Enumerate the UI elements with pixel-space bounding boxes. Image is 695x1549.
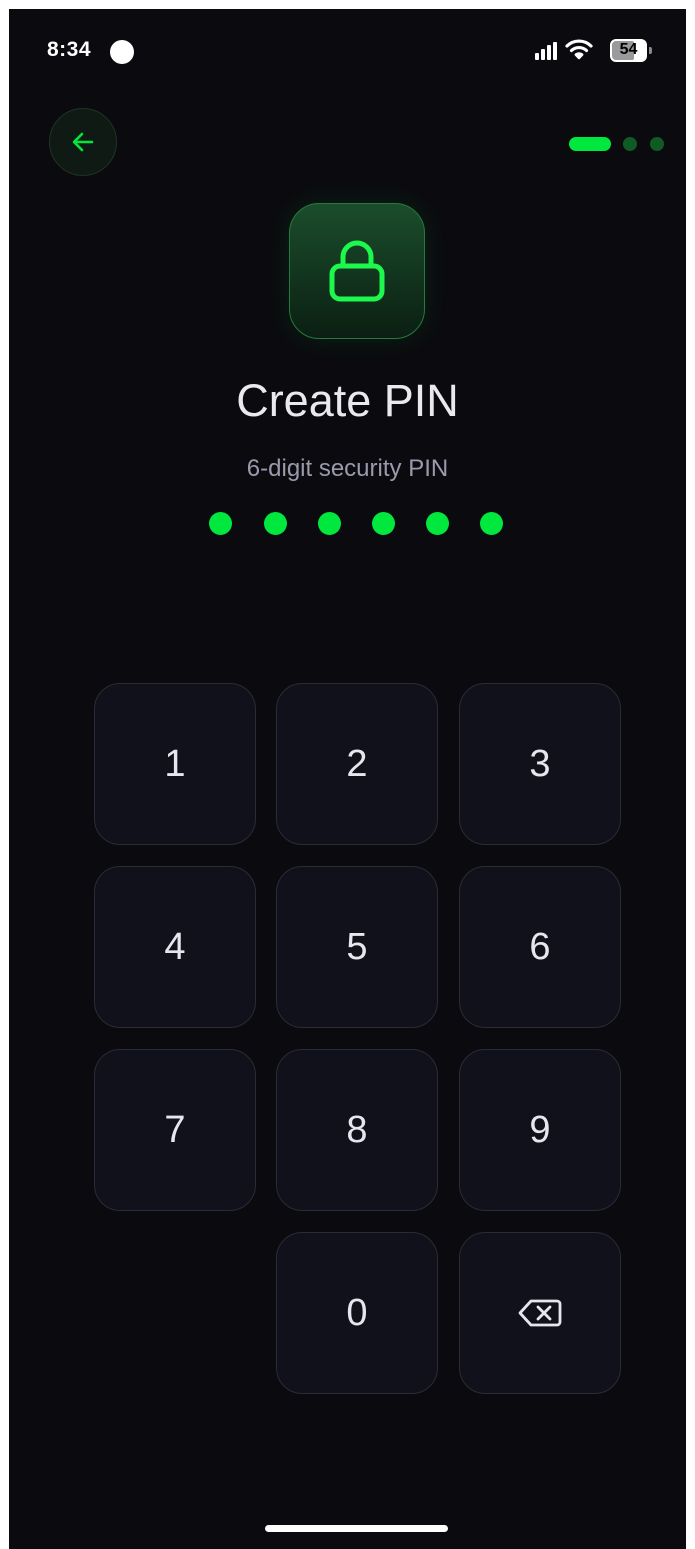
keypad-key-5[interactable]: 5 <box>276 866 438 1028</box>
recording-indicator-icon <box>110 40 134 64</box>
battery-indicator: 54 <box>610 39 652 62</box>
keypad-key-0[interactable]: 0 <box>276 1232 438 1394</box>
delete-button[interactable] <box>459 1232 621 1394</box>
pin-dot-filled <box>318 512 341 535</box>
step-indicator-dot <box>650 137 664 151</box>
pin-dot-filled <box>372 512 395 535</box>
step-indicator-active <box>569 137 611 151</box>
keypad-key-3[interactable]: 3 <box>459 683 621 845</box>
keypad-key-4[interactable]: 4 <box>94 866 256 1028</box>
back-button[interactable] <box>49 108 117 176</box>
keypad-key-9[interactable]: 9 <box>459 1049 621 1211</box>
battery-level: 54 <box>619 41 638 58</box>
pin-dot-filled <box>480 512 503 535</box>
step-indicator-dot <box>623 137 637 151</box>
pin-dot-filled <box>426 512 449 535</box>
keypad-key-1[interactable]: 1 <box>94 683 256 845</box>
keypad-key-6[interactable]: 6 <box>459 866 621 1028</box>
wifi-icon <box>565 39 593 60</box>
cellular-signal-icon <box>535 42 559 60</box>
keypad-key-8[interactable]: 8 <box>276 1049 438 1211</box>
status-time: 8:34 <box>47 38 92 61</box>
pin-indicator <box>209 512 509 536</box>
arrow-left-icon <box>72 132 94 152</box>
lock-icon <box>329 240 385 302</box>
keypad-key-7[interactable]: 7 <box>94 1049 256 1211</box>
keypad-key-2[interactable]: 2 <box>276 683 438 845</box>
page-subtitle: 6-digit security PIN <box>246 455 449 482</box>
pin-setup-screen: 8:34 54 Create PIN 6-digit security PIN <box>9 9 686 1549</box>
pin-dot-filled <box>264 512 287 535</box>
lock-icon-tile <box>289 203 425 339</box>
backspace-icon <box>518 1299 562 1327</box>
pin-dot-filled <box>209 512 232 535</box>
home-indicator[interactable] <box>265 1525 448 1532</box>
page-title: Create PIN <box>236 375 459 426</box>
